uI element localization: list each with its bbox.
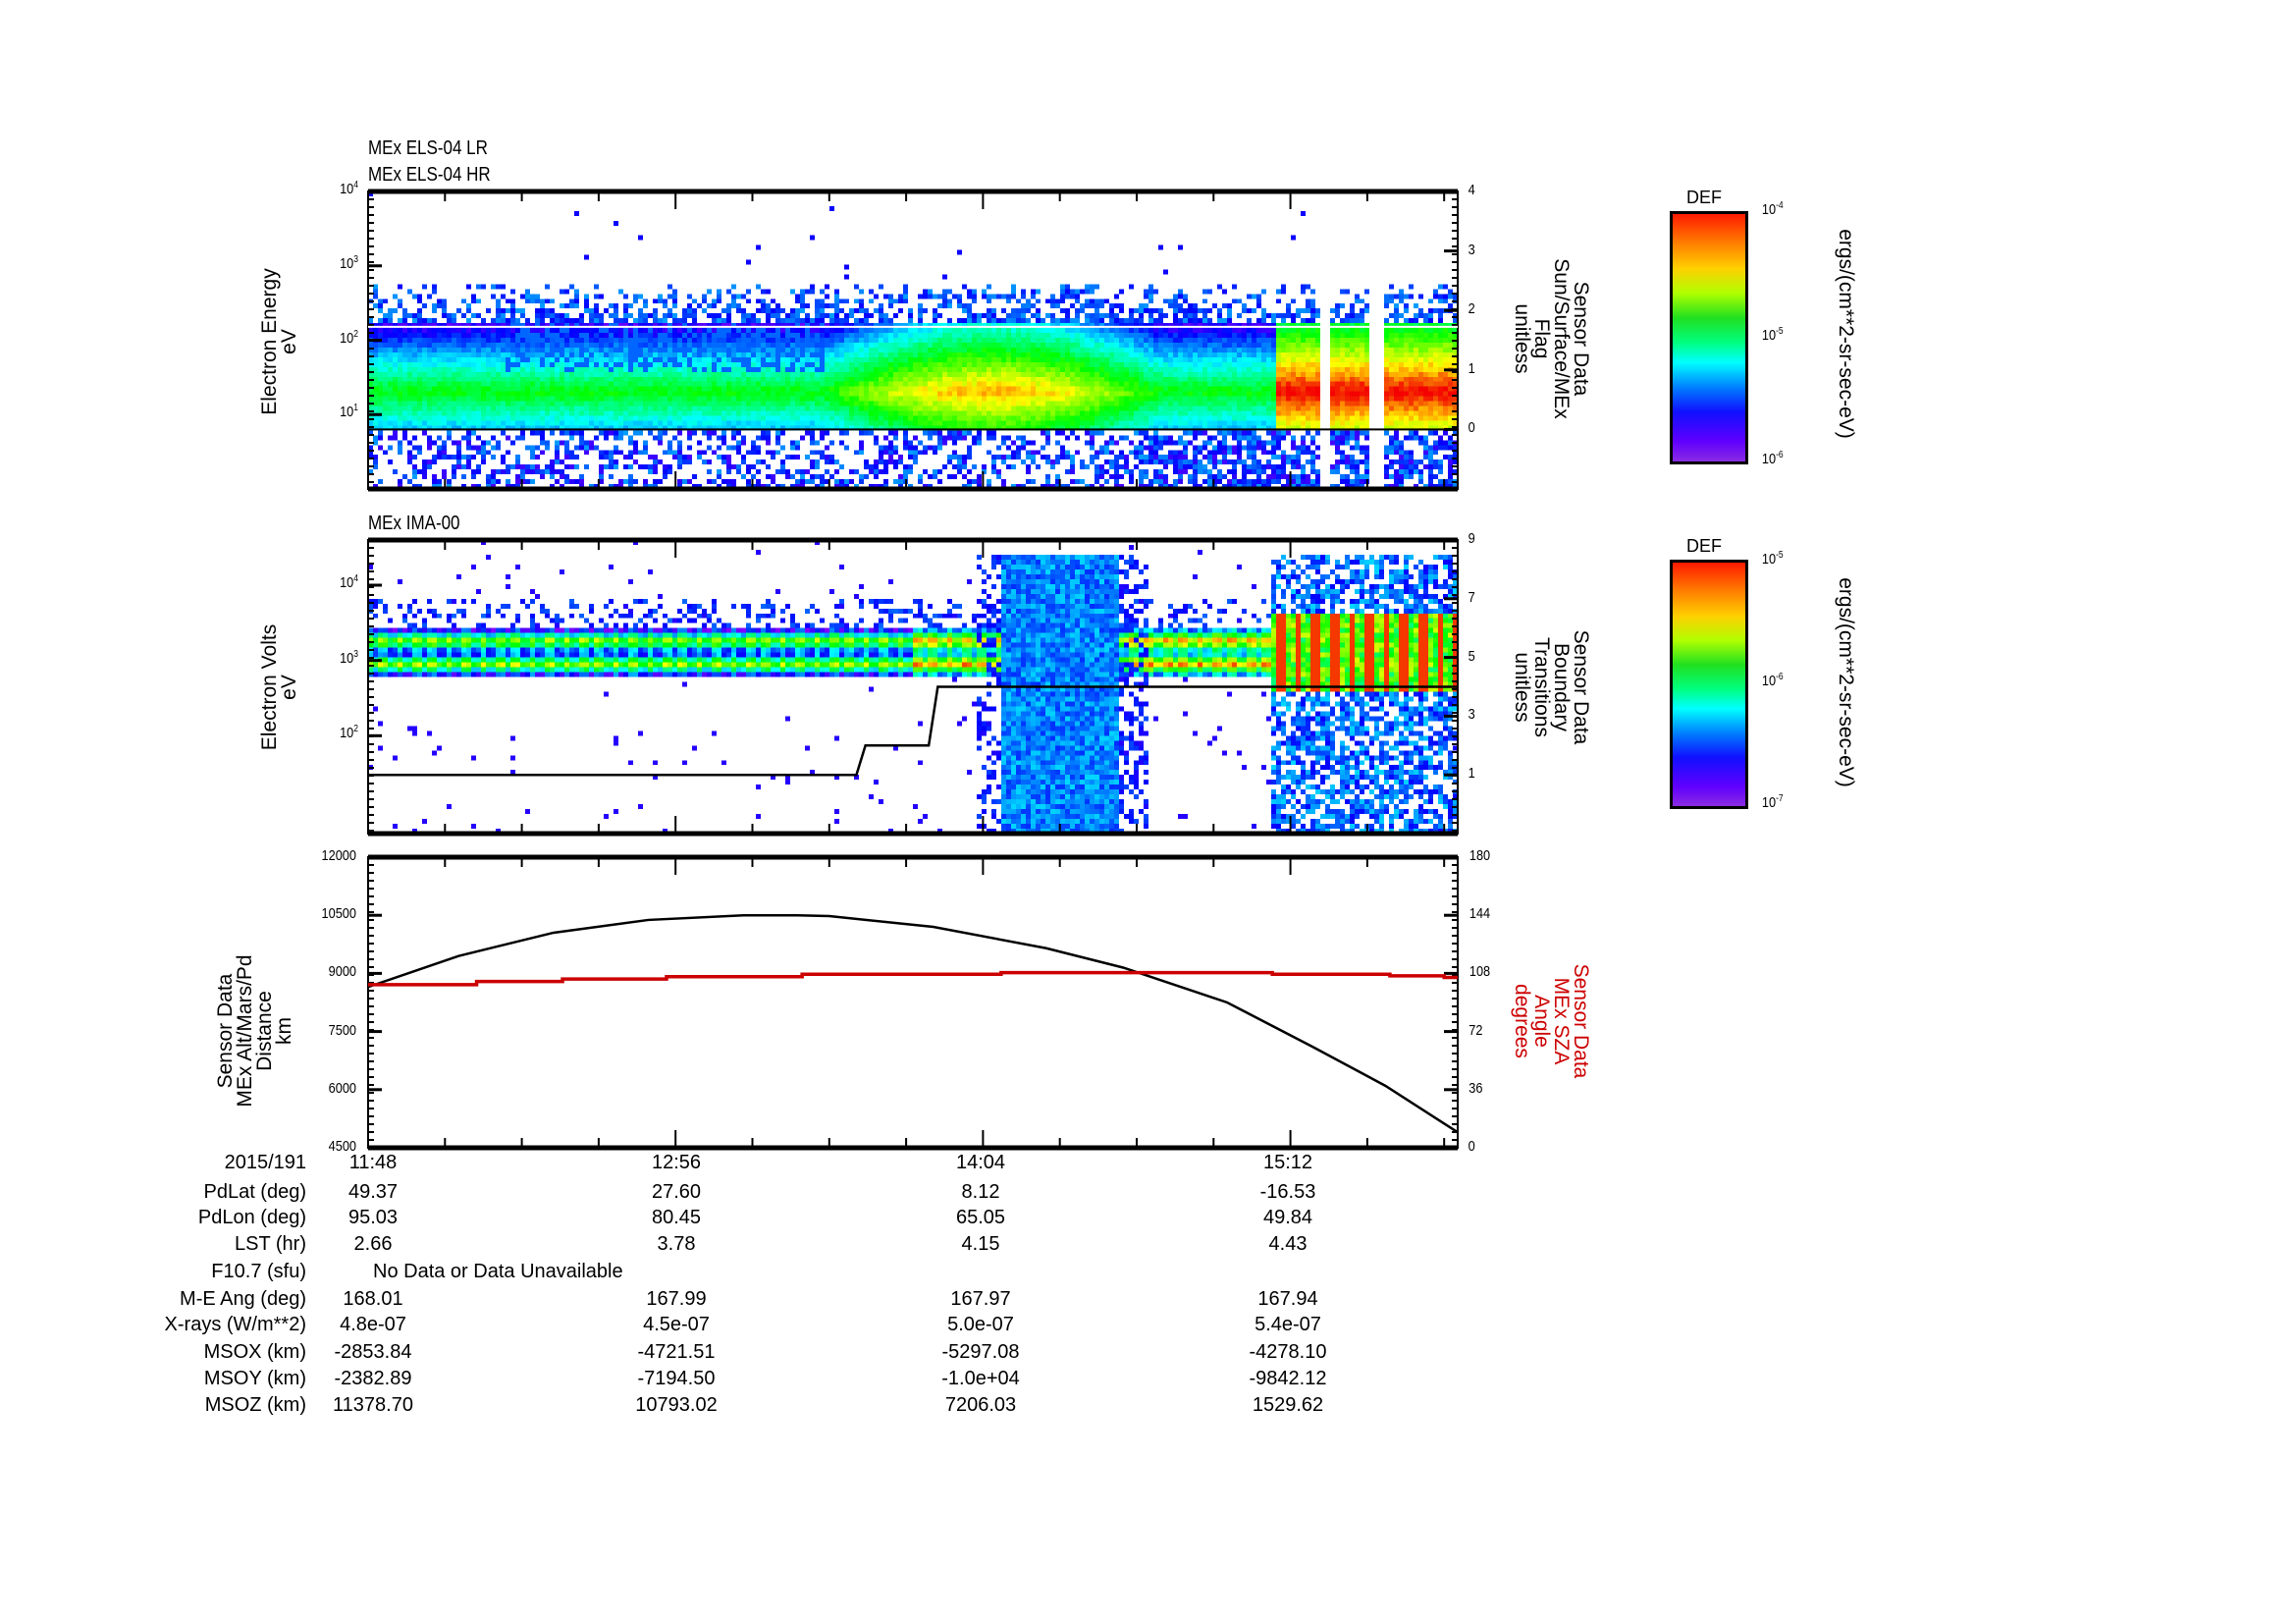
ephemeris-row-label: X-rays (W/m**2)	[164, 1314, 306, 1335]
orbit-ytick-right-label: 144	[1468, 905, 1491, 923]
orbit-ytick-label: 9000	[328, 963, 356, 981]
orbit-ytick-right-label: 72	[1468, 1021, 1483, 1039]
orbit-ytick-label: 6000	[328, 1079, 356, 1097]
ephemeris-value: 80.45	[651, 1207, 702, 1228]
els-ytick-right-label: 0	[1468, 419, 1475, 437]
els-ylabel-right: Sensor Data Sun/Surface/MEx Flag unitless	[1511, 258, 1592, 419]
orbit-ytick-right-label: 0	[1468, 1138, 1475, 1155]
ephemeris-value: -5297.08	[941, 1341, 1020, 1363]
orbit-ytick-right-label: 36	[1468, 1079, 1483, 1097]
ephemeris-value: -2382.89	[334, 1368, 412, 1389]
ephemeris-value: 2.66	[353, 1233, 393, 1255]
els-ytick-label: 101	[340, 403, 358, 421]
els-ytick-label: 102	[340, 328, 358, 347]
altitude-line	[367, 913, 1459, 1134]
ephemeris-value: 65.05	[955, 1207, 1006, 1228]
ephemeris-value: 167.99	[646, 1288, 707, 1310]
els-ytick-label: 103	[340, 253, 358, 272]
sza-line	[368, 970, 1458, 987]
orbit-ylabel: Sensor Data MEx Alt/Mars/Pd Distance km	[214, 954, 295, 1108]
els-ytick-right-label: 4	[1468, 182, 1475, 198]
ephemeris-value: 5.4e-07	[1255, 1314, 1321, 1335]
ephemeris-value: 11378.70	[333, 1394, 413, 1416]
date-label: 2015/191	[224, 1152, 306, 1173]
els-ytick-right-label: 2	[1468, 300, 1475, 318]
time-tick-label: 15:12	[1262, 1152, 1313, 1173]
ima-ytick-right-label: 5	[1468, 647, 1475, 665]
ephemeris-value: -4278.10	[1249, 1341, 1327, 1363]
ephemeris-value: 4.15	[961, 1233, 1000, 1255]
ephemeris-value: -16.53	[1259, 1181, 1316, 1203]
orbit-ytick-right-label: 108	[1468, 963, 1491, 981]
els-ytick-label: 104	[340, 180, 358, 197]
ima-ytick-label: 102	[340, 724, 358, 742]
ima-ylabel: Electron Volts eV	[258, 623, 300, 751]
ephemeris-value: 168.01	[343, 1288, 403, 1310]
ephemeris-value: 49.37	[347, 1181, 399, 1203]
time-tick-label: 12:56	[651, 1152, 702, 1173]
ephemeris-value: 4.8e-07	[340, 1314, 406, 1335]
ephemeris-value: 1529.62	[1252, 1394, 1324, 1416]
time-tick-label: 14:04	[955, 1152, 1006, 1173]
ephemeris-row-label: LST (hr)	[235, 1233, 306, 1255]
ephemeris-value: 167.97	[950, 1288, 1011, 1310]
els-ylabel: Electron Energy eV	[258, 268, 300, 415]
ima-ytick-right-label: 1	[1468, 765, 1475, 783]
ephemeris-value: 8.12	[961, 1181, 1000, 1203]
boundary-line	[368, 685, 1458, 777]
ephemeris-row-label: F10.7 (sfu)	[211, 1261, 306, 1282]
orbit-ytick-label: 12000	[321, 847, 356, 864]
ephemeris-row-label: PdLon (deg)	[197, 1207, 306, 1228]
ima-ytick-label: 103	[340, 648, 358, 667]
ima-ytick-right-label: 9	[1468, 530, 1475, 547]
ephemeris-row-label: M-E Ang (deg)	[180, 1288, 306, 1310]
panel-frame	[367, 856, 1459, 1149]
ephemeris-value: 4.5e-07	[643, 1314, 710, 1335]
ephemeris-value: -7194.50	[637, 1368, 716, 1389]
ephemeris-value: -1.0e+04	[941, 1368, 1020, 1389]
ima-ytick-right-label: 3	[1468, 706, 1475, 724]
ephemeris-value: 27.60	[651, 1181, 702, 1203]
ephemeris-row-label: PdLat (deg)	[203, 1181, 306, 1203]
els-ytick-right-label: 3	[1468, 241, 1475, 258]
ephemeris-value: 95.03	[347, 1207, 399, 1228]
orbit-ytick-label: 7500	[328, 1021, 356, 1039]
orbit-ylabel-right: Sensor Data MEx SZA Angle degrees	[1511, 963, 1592, 1079]
ephemeris-value: 7206.03	[944, 1394, 1017, 1416]
panel-frame	[367, 190, 1459, 490]
orbit-ytick-label: 10500	[321, 905, 356, 923]
orbit-ytick-right-label: 180	[1468, 847, 1491, 864]
ephemeris-value: 167.94	[1257, 1288, 1318, 1310]
ephemeris-value: -4721.51	[637, 1341, 716, 1363]
ima-ylabel-right: Sensor Data Boundary Transitions unitless	[1511, 629, 1592, 745]
ephemeris-value: 4.43	[1268, 1233, 1308, 1255]
ephemeris-value: 3.78	[657, 1233, 696, 1255]
time-tick-label: 11:48	[348, 1152, 398, 1173]
ephemeris-value: -2853.84	[334, 1341, 412, 1363]
ephemeris-row-label: MSOX (km)	[203, 1341, 306, 1363]
ephemeris-value: -9842.12	[1249, 1368, 1327, 1389]
ima-ytick-label: 104	[340, 573, 358, 591]
els-ytick-right-label: 1	[1468, 359, 1475, 377]
ephemeris-value: 5.0e-07	[947, 1314, 1014, 1335]
ephemeris-row-label: MSOZ (km)	[204, 1394, 306, 1416]
ephemeris-note: No Data or Data Unavailable	[373, 1261, 623, 1282]
ephemeris-value: 49.84	[1262, 1207, 1313, 1228]
ima-ytick-right-label: 7	[1468, 588, 1475, 606]
ephemeris-row-label: MSOY (km)	[203, 1368, 306, 1389]
ephemeris-value: 10793.02	[635, 1394, 718, 1416]
